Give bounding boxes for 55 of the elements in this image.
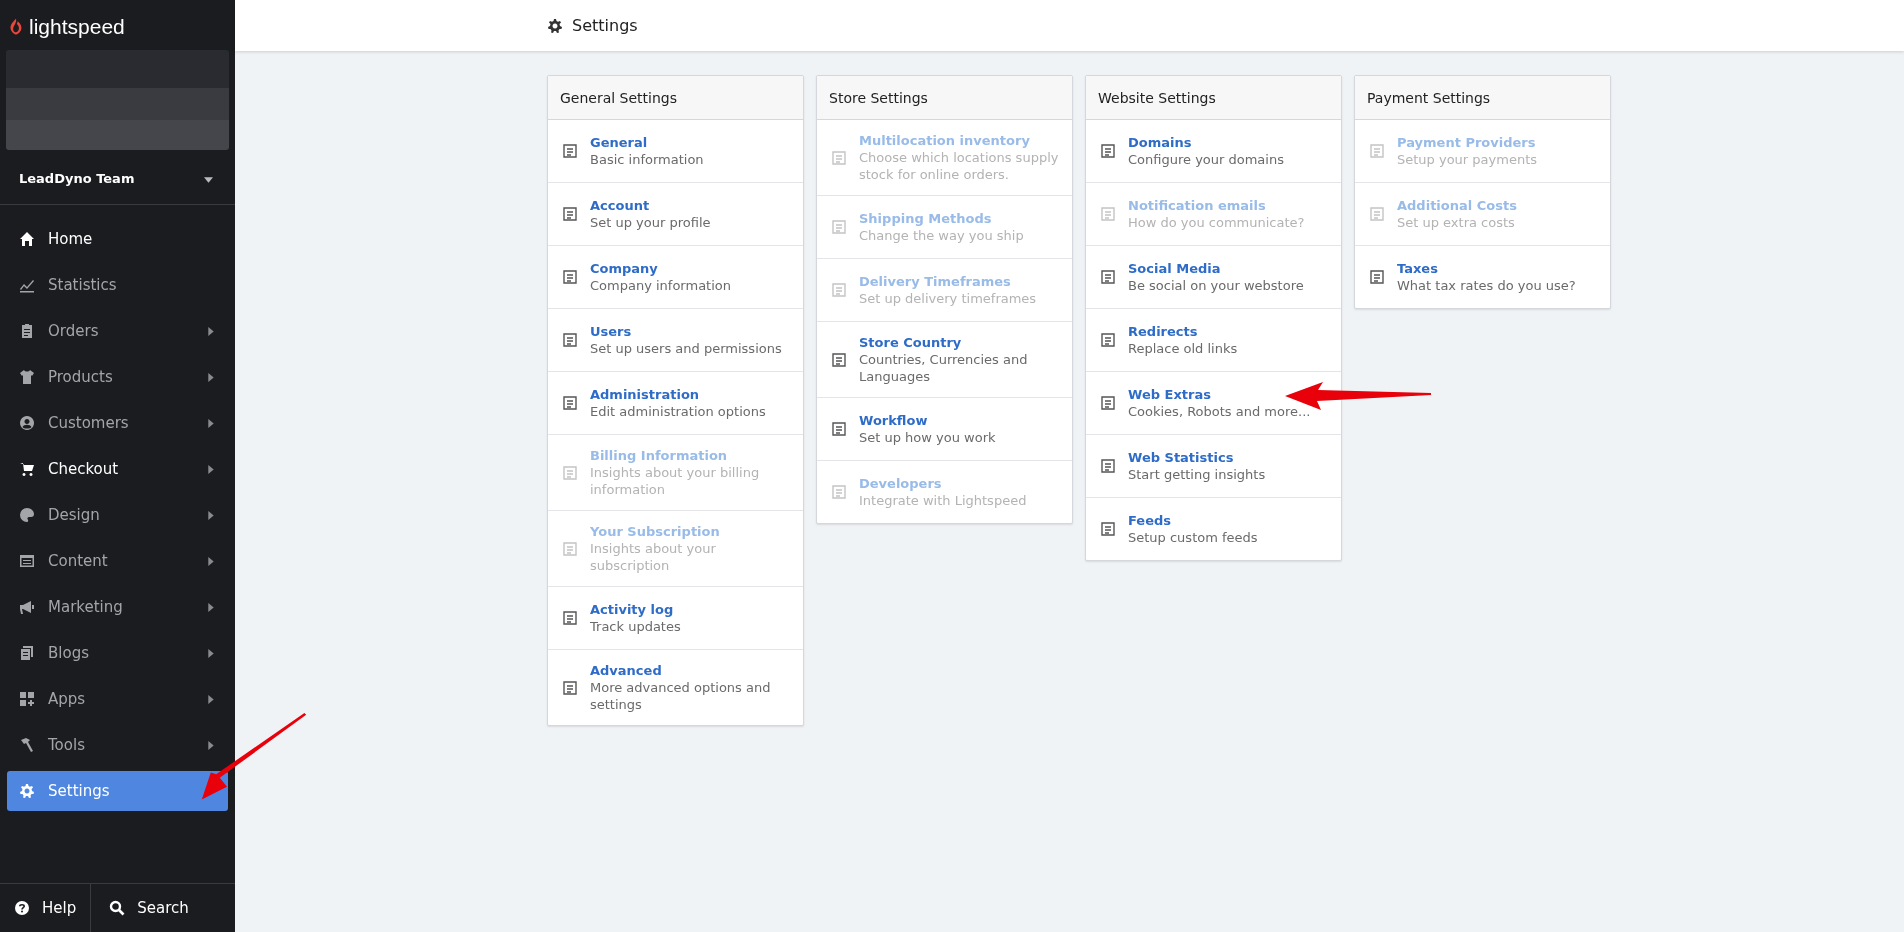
grid-icon bbox=[19, 691, 35, 707]
cart-icon bbox=[19, 461, 35, 477]
card-title: Store Settings bbox=[817, 76, 1072, 120]
question-mark-icon bbox=[14, 900, 30, 916]
nav-item[interactable]: Statistics bbox=[7, 262, 228, 308]
card-title: Website Settings bbox=[1086, 76, 1341, 120]
caret-icon bbox=[204, 177, 213, 183]
page-title: Settings bbox=[572, 16, 638, 35]
megaphone-icon bbox=[19, 599, 35, 615]
settings-link[interactable]: Account Set up your profile bbox=[548, 182, 803, 245]
nav-item[interactable]: Customers bbox=[7, 400, 228, 446]
document-icon bbox=[562, 464, 578, 481]
nav-item[interactable]: Products bbox=[7, 354, 228, 400]
nav-item[interactable]: Content bbox=[7, 538, 228, 584]
settings-link[interactable]: Administration Edit administration options bbox=[548, 371, 803, 434]
brand-name: lightspeed bbox=[29, 14, 125, 39]
documents-icon bbox=[19, 645, 35, 661]
shirt-icon bbox=[19, 369, 35, 385]
nav-item[interactable]: Marketing bbox=[7, 584, 228, 630]
nav-item[interactable]: Apps bbox=[7, 676, 228, 722]
search-button[interactable]: Search bbox=[90, 884, 235, 932]
card-title: General Settings bbox=[548, 76, 803, 120]
settings-link[interactable]: Redirects Replace old links bbox=[1086, 308, 1341, 371]
chart-icon bbox=[19, 277, 35, 293]
palette-icon bbox=[19, 507, 35, 523]
settings-link[interactable]: Advanced More advanced options and settings bbox=[548, 649, 803, 725]
nav-item[interactable]: Home bbox=[7, 216, 228, 262]
clipboard-icon bbox=[19, 323, 35, 339]
settings-link[interactable]: Taxes What tax rates do you use? bbox=[1355, 245, 1610, 308]
search-icon bbox=[109, 900, 126, 916]
settings-link[interactable]: General Basic information bbox=[548, 120, 803, 182]
team-selector[interactable]: LeadDyno Team bbox=[0, 150, 235, 205]
person-icon bbox=[19, 415, 35, 431]
hammer-icon bbox=[19, 737, 35, 753]
help-button[interactable]: Help bbox=[0, 884, 91, 932]
settings-link[interactable]: Users Set up users and permissions bbox=[548, 308, 803, 371]
settings-link[interactable]: Activity log Track updates bbox=[548, 586, 803, 649]
nav-item[interactable]: Settings bbox=[7, 771, 228, 811]
browser-icon bbox=[19, 553, 35, 569]
settings-link[interactable]: Workflow Set up how you work bbox=[817, 397, 1072, 460]
card-title: Payment Settings bbox=[1355, 76, 1610, 120]
house-icon bbox=[19, 231, 35, 247]
settings-link[interactable]: Store Country Countries, Currencies and Languages bbox=[817, 321, 1072, 397]
nav-item[interactable]: Checkout bbox=[7, 446, 228, 492]
nav-item[interactable]: Design bbox=[7, 492, 228, 538]
nav-item[interactable]: Blogs bbox=[7, 630, 228, 676]
settings-link[interactable]: Domains Configure your domains bbox=[1086, 120, 1341, 182]
flame-logo-icon bbox=[9, 17, 23, 36]
settings-link[interactable]: Social Media Be social on your webstore bbox=[1086, 245, 1341, 308]
nav-item[interactable]: Tools bbox=[7, 722, 228, 768]
settings-link[interactable]: Company Company information bbox=[548, 245, 803, 308]
document-icon bbox=[562, 540, 578, 557]
nav-item[interactable]: Orders bbox=[7, 308, 228, 354]
settings-link[interactable]: Web Statistics Start getting insights bbox=[1086, 434, 1341, 497]
settings-link[interactable]: Feeds Setup custom feeds bbox=[1086, 497, 1341, 560]
